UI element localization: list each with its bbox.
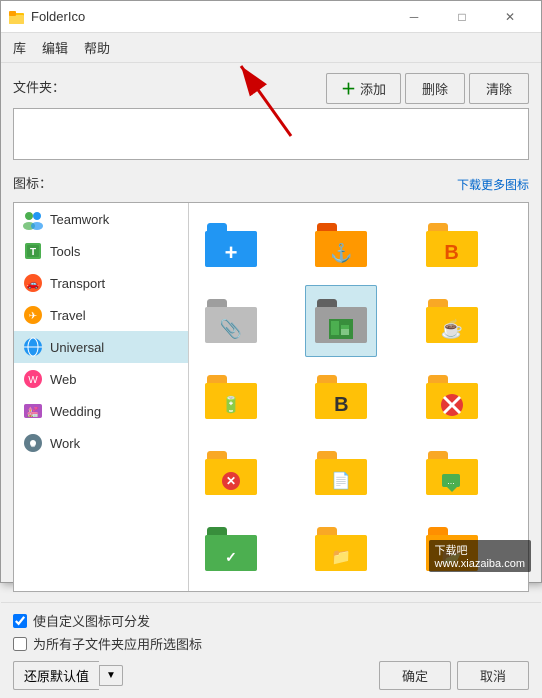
add-button-label: 添加: [360, 79, 386, 98]
folder-buttons: ＋ 添加 删除 清除: [326, 73, 529, 104]
svg-text:T: T: [30, 247, 36, 258]
icon-cell-3[interactable]: B: [416, 209, 488, 281]
checkbox-distributable[interactable]: [13, 614, 27, 628]
icon-cell-13[interactable]: ✓: [195, 513, 267, 585]
category-label-work: Work: [50, 436, 80, 451]
reset-group: 还原默认值 ▼: [13, 661, 123, 690]
category-item-web[interactable]: W Web: [14, 363, 188, 395]
icon-section: 图标： 下载更多图标 Te: [13, 173, 529, 592]
icon-cell-10[interactable]: ✕: [195, 437, 267, 509]
window-title: FolderIco: [31, 9, 85, 24]
menu-bar: 库 编辑 帮助: [1, 33, 541, 63]
folder-section: 文件夹： ＋ 添加 删除 清除: [13, 73, 529, 163]
svg-text:⚙: ⚙: [29, 440, 36, 449]
folder-header: 文件夹： ＋ 添加 删除 清除: [13, 73, 529, 104]
menu-item-edit[interactable]: 编辑: [34, 35, 76, 60]
svg-text:W: W: [28, 375, 38, 386]
travel-icon: ✈: [22, 304, 44, 326]
category-label-transport: Transport: [50, 276, 105, 291]
icon-grid: + ⚓: [195, 209, 522, 585]
plus-icon: ＋: [341, 78, 356, 99]
icon-cell-11[interactable]: 📄: [305, 437, 377, 509]
svg-text:💒: 💒: [27, 406, 39, 418]
checkbox-row-1: 使自定义图标可分发: [13, 611, 529, 630]
category-label-tools: Tools: [50, 244, 80, 259]
main-window: FolderIco ─ □ ✕ 库 编辑 帮助 文件夹： ＋ 添加 删除: [0, 0, 542, 583]
icon-cell-4[interactable]: 📎: [195, 285, 267, 357]
svg-text:...: ...: [447, 476, 455, 486]
svg-text:🚗: 🚗: [27, 279, 39, 290]
svg-text:✓: ✓: [225, 549, 237, 565]
title-bar: FolderIco ─ □ ✕: [1, 1, 541, 33]
category-item-tools[interactable]: T Tools: [14, 235, 188, 267]
bottom-section: 使自定义图标可分发 为所有子文件夹应用所选图标 还原默认值 ▼ 确定 取消: [1, 602, 541, 698]
category-label-web: Web: [50, 372, 77, 387]
main-content: 文件夹： ＋ 添加 删除 清除: [1, 63, 541, 602]
cancel-button[interactable]: 取消: [457, 661, 529, 690]
icon-cell-1[interactable]: +: [195, 209, 267, 281]
minimize-button[interactable]: ─: [391, 7, 437, 27]
icon-label: 图标：: [13, 173, 52, 192]
checkbox-label-2: 为所有子文件夹应用所选图标: [33, 634, 202, 653]
category-label-universal: Universal: [50, 340, 104, 355]
add-button[interactable]: ＋ 添加: [326, 73, 401, 104]
icon-cell-15[interactable]: 📂: [416, 513, 488, 585]
tools-icon: T: [22, 240, 44, 262]
clear-button[interactable]: 清除: [469, 73, 529, 104]
action-row: 还原默认值 ▼ 确定 取消: [13, 661, 529, 690]
folder-label: 文件夹：: [13, 77, 65, 96]
work-icon: ⚙: [22, 432, 44, 454]
folder-input[interactable]: [13, 108, 529, 160]
category-list: Teamwork T Tools: [14, 203, 189, 591]
category-label-wedding: Wedding: [50, 404, 101, 419]
icon-cell-8[interactable]: B: [305, 361, 377, 433]
menu-item-library[interactable]: 库: [5, 35, 34, 60]
icon-cell-14[interactable]: 📁: [305, 513, 377, 585]
svg-text:✕: ✕: [226, 474, 236, 488]
transport-icon: 🚗: [22, 272, 44, 294]
category-label-travel: Travel: [50, 308, 86, 323]
checkbox-subfolders[interactable]: [13, 637, 27, 651]
web-icon: W: [22, 368, 44, 390]
ok-button[interactable]: 确定: [379, 661, 451, 690]
icon-cell-6[interactable]: ☕: [416, 285, 488, 357]
reset-button[interactable]: 还原默认值: [13, 661, 99, 690]
category-label-teamwork: Teamwork: [50, 212, 109, 227]
action-buttons: 确定 取消: [379, 661, 529, 690]
icon-cell-5[interactable]: [305, 285, 377, 357]
delete-button[interactable]: 删除: [405, 73, 465, 104]
checkbox-row-2: 为所有子文件夹应用所选图标: [13, 634, 529, 653]
category-item-wedding[interactable]: 💒 Wedding: [14, 395, 188, 427]
maximize-button[interactable]: □: [439, 7, 485, 27]
title-controls: ─ □ ✕: [391, 7, 533, 27]
icon-cell-2[interactable]: ⚓: [305, 209, 377, 281]
category-item-universal[interactable]: Universal: [14, 331, 188, 363]
app-icon: [9, 9, 25, 25]
title-bar-left: FolderIco: [9, 9, 85, 25]
icon-grid-container: + ⚓: [189, 203, 528, 591]
wedding-icon: 💒: [22, 400, 44, 422]
close-button[interactable]: ✕: [487, 7, 533, 27]
icon-cell-9[interactable]: [416, 361, 488, 433]
svg-text:✈: ✈: [29, 311, 37, 322]
icon-main: Teamwork T Tools: [13, 202, 529, 592]
category-item-teamwork[interactable]: Teamwork: [14, 203, 188, 235]
icon-header: 图标： 下载更多图标: [13, 173, 529, 196]
universal-icon: [22, 336, 44, 358]
teamwork-icon: [22, 208, 44, 230]
category-item-work[interactable]: ⚙ Work: [14, 427, 188, 459]
category-item-transport[interactable]: 🚗 Transport: [14, 267, 188, 299]
menu-item-help[interactable]: 帮助: [76, 35, 118, 60]
checkbox-label-1: 使自定义图标可分发: [33, 611, 150, 630]
category-item-travel[interactable]: ✈ Travel: [14, 299, 188, 331]
reset-dropdown-button[interactable]: ▼: [99, 665, 123, 686]
download-link[interactable]: 下载更多图标: [457, 176, 529, 193]
icon-cell-12[interactable]: ...: [416, 437, 488, 509]
icon-cell-7[interactable]: 🔋: [195, 361, 267, 433]
